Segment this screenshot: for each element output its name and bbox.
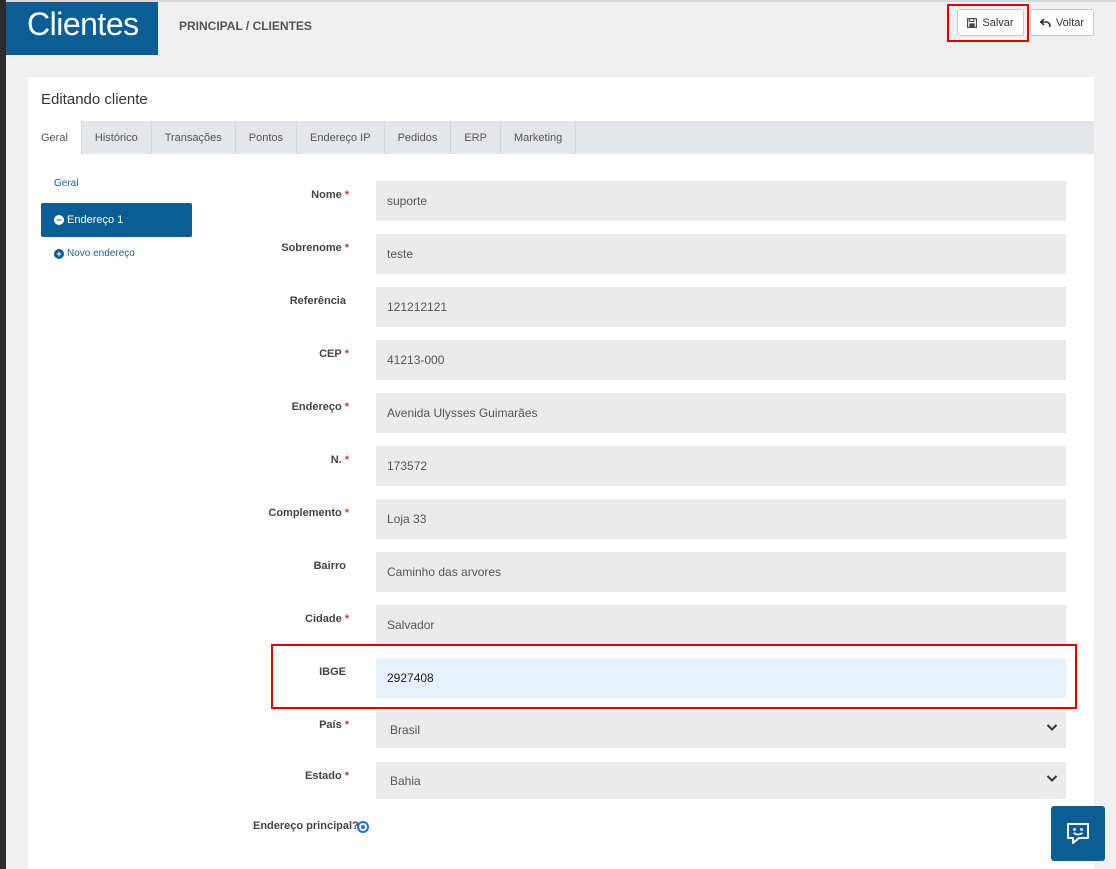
pais-select[interactable]: Brasil xyxy=(376,711,1066,748)
page-title: Clientes xyxy=(6,2,158,55)
field-row-nome: Nome * xyxy=(28,181,1094,221)
endereco-principal-radio[interactable] xyxy=(357,821,369,833)
pais-select-value: Brasil xyxy=(390,723,421,737)
chat-icon xyxy=(1067,822,1089,844)
estado-select-value: Bahia xyxy=(390,774,421,788)
left-strip xyxy=(0,0,6,869)
tab-geral[interactable]: Geral xyxy=(28,121,82,154)
estado-select[interactable]: Bahia xyxy=(376,762,1066,799)
nome-input[interactable] xyxy=(376,181,1066,221)
field-label: Nome * xyxy=(311,189,349,201)
complemento-input[interactable] xyxy=(376,499,1066,539)
numero-input[interactable] xyxy=(376,446,1066,486)
referencia-input[interactable] xyxy=(376,287,1066,327)
field-label: Cidade * xyxy=(305,613,349,625)
field-row-cep: CEP * xyxy=(28,340,1094,380)
tab-erp[interactable]: ERP xyxy=(451,121,501,154)
bairro-input[interactable] xyxy=(376,552,1066,592)
field-row-complemento: Complemento * xyxy=(28,499,1094,539)
tab-transacoes[interactable]: Transações xyxy=(152,121,236,154)
endereco-principal-label: Endereço principal? xyxy=(253,820,359,832)
field-row-estado: Estado * Bahia xyxy=(28,762,1094,802)
breadcrumb: PRINCIPAL / CLIENTES xyxy=(179,19,312,33)
field-row-pais: País * Brasil xyxy=(28,711,1094,751)
chevron-down-icon xyxy=(1046,724,1058,731)
panel-title: Editando cliente xyxy=(41,91,148,108)
undo-icon xyxy=(1039,17,1051,27)
field-row-cidade: Cidade * xyxy=(28,605,1094,645)
tab-bar: Geral Histórico Transações Pontos Endere… xyxy=(28,121,1094,154)
edit-panel: Editando cliente Geral Histórico Transaç… xyxy=(28,77,1094,869)
field-row-referencia: Referência xyxy=(28,287,1094,327)
save-highlight-box xyxy=(947,4,1029,42)
chat-button[interactable] xyxy=(1051,806,1105,861)
back-button[interactable]: Voltar xyxy=(1030,9,1094,36)
tab-pontos[interactable]: Pontos xyxy=(236,121,298,154)
sobrenome-input[interactable] xyxy=(376,234,1066,274)
tab-pedidos[interactable]: Pedidos xyxy=(385,121,452,154)
tab-marketing[interactable]: Marketing xyxy=(501,121,577,154)
tab-endereco-ip[interactable]: Endereço IP xyxy=(297,121,385,154)
field-label: N. * xyxy=(330,454,349,466)
top-line xyxy=(6,0,1116,2)
tab-historico[interactable]: Histórico xyxy=(82,121,152,154)
field-label: Sobrenome * xyxy=(281,242,349,254)
cidade-input[interactable] xyxy=(376,605,1066,645)
field-label: Estado * xyxy=(305,770,349,782)
ibge-highlight-box xyxy=(271,644,1077,709)
field-label: CEP * xyxy=(319,348,349,360)
field-row-sobrenome: Sobrenome * xyxy=(28,234,1094,274)
field-row-bairro: Bairro xyxy=(28,552,1094,592)
field-row-numero: N. * xyxy=(28,446,1094,486)
field-label: Endereço * xyxy=(291,401,349,413)
field-label: Complemento * xyxy=(268,507,349,519)
chevron-down-icon xyxy=(1046,775,1058,782)
field-label: Referência xyxy=(289,295,346,307)
field-row-endereco: Endereço * xyxy=(28,393,1094,433)
cep-input[interactable] xyxy=(376,340,1066,380)
endereco-input[interactable] xyxy=(376,393,1066,433)
field-label: Bairro xyxy=(313,560,346,572)
field-label: País * xyxy=(319,719,349,731)
back-button-label: Voltar xyxy=(1055,16,1085,29)
